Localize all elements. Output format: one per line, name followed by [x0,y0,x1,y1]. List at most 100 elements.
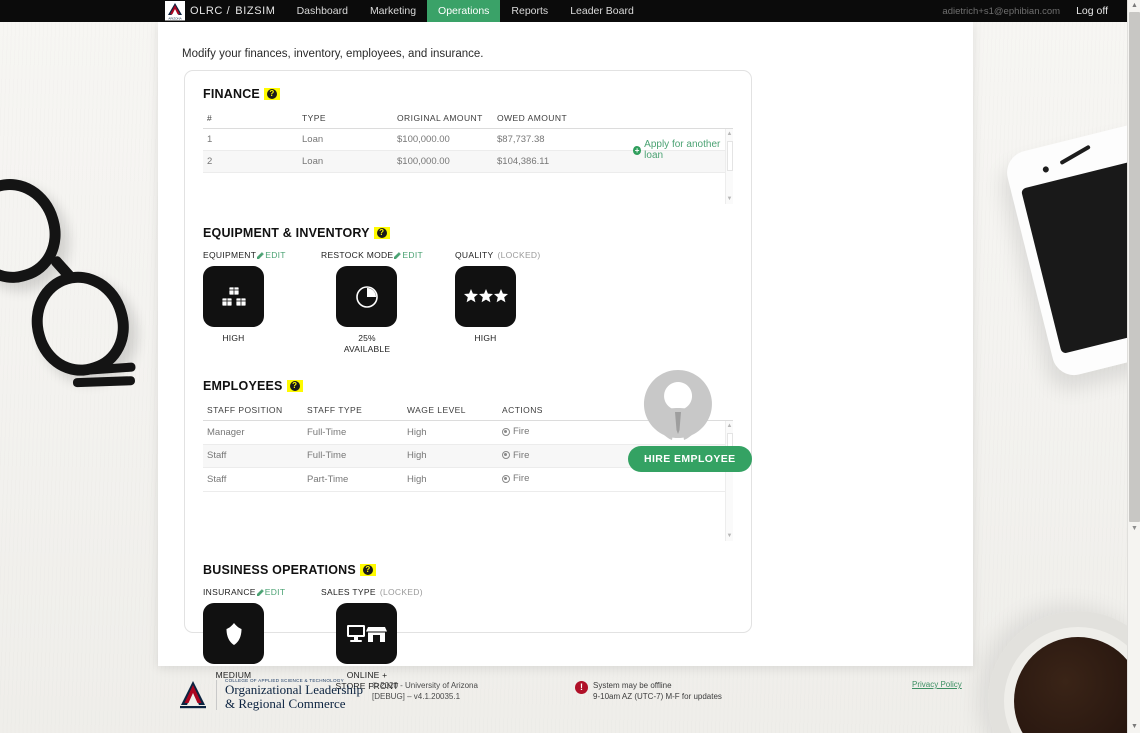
arizona-a-logo-icon [180,680,206,708]
tile-insurance-label: INSURANCE EDIT [203,587,285,597]
tile-equipment-name: EQUIPMENT [203,250,257,260]
nav-item-marketing[interactable]: Marketing [359,0,427,22]
tile-quality-caption: HIGH [474,333,497,343]
three-stars-icon [455,266,516,327]
scroll-up-icon[interactable]: ▲ [727,131,733,137]
log-off-link[interactable]: Log off [1072,0,1112,22]
emp-row1-position: Staff [203,444,303,468]
emp-row2-position: Staff [203,467,303,492]
nav-item-dashboard[interactable]: Dashboard [286,0,359,22]
emp-col-wage: WAGE LEVEL [403,403,498,421]
finance-help-icon[interactable]: ? [263,88,280,100]
shield-icon[interactable] [203,603,264,664]
fire-target-icon [502,451,510,459]
tile-quality-label: QUALITY (LOCKED) [455,250,540,260]
sales-type-locked-label: (LOCKED) [379,587,423,597]
eyeglasses-decoration [0,141,169,425]
finance-row1-num: 2 [203,150,298,173]
arizona-logo-icon: ARIZONA [162,0,188,22]
operations-main-card: FINANCE ? # TYPE ORIGINAL AMOUNT OWED AM… [184,70,752,691]
pie-quarter-icon[interactable] [336,266,397,327]
tile-restock-caption: 25% AVAILABLE [343,333,391,354]
finance-col-original: ORIGINAL AMOUNT [393,111,493,129]
emp-col-type: STAFF TYPE [303,403,403,421]
tile-sales-type-name: SALES TYPE [321,587,376,597]
emp-row0-type: Full-Time [303,421,403,445]
tile-insurance-name: INSURANCE [203,587,256,597]
page-content-shell: Modify your finances, inventory, employe… [158,22,973,691]
finance-title-text: FINANCE [203,87,260,101]
apply-for-another-loan-link[interactable]: + Apply for another loan [633,139,733,161]
scroll-up-arrow-icon[interactable]: ▲ [1128,0,1140,12]
emp-row2-type: Part-Time [303,467,403,492]
emp-row1-type: Full-Time [303,444,403,468]
browser-scrollbar-thumb[interactable] [1129,12,1140,522]
scroll-down-arrow-icon[interactable]: ▼ [1128,721,1140,733]
footer-org-line1: Organizational Leadership [225,682,364,697]
business-operations-help-icon[interactable]: ? [359,564,376,576]
scroll-down-icon[interactable]: ▼ [727,533,733,539]
privacy-policy-link[interactable]: Privacy Policy [912,680,962,689]
tile-restock-mode: RESTOCK MODE EDIT 25% AVAILABLE [321,250,423,355]
fire-label-row2: Fire [513,473,530,484]
svg-text:ARIZONA: ARIZONA [168,17,181,21]
fire-target-icon [502,427,510,436]
hire-employee-block: HIRE EMPLOYEE [628,368,752,472]
equipment-inventory-help-icon[interactable]: ? [373,227,390,239]
employees-title-text: EMPLOYEES [203,379,283,393]
emp-col-position: STAFF POSITION [203,403,303,421]
footer-system-warning: ! System may be offline 9-10am AZ (UTC-7… [575,680,722,702]
emp-row0-position: Manager [203,421,303,445]
finance-row1-original: $100,000.00 [393,150,493,173]
brand-olrc: OLRC / [190,5,231,17]
brand-title[interactable]: OLRC / BIZSIM [188,0,286,22]
insurance-edit-button[interactable]: EDIT [256,587,286,597]
apply-loan-label: Apply for another loan [644,139,721,161]
business-operations-title-text: BUSINESS OPERATIONS [203,563,356,577]
tile-restock-label: RESTOCK MODE EDIT [321,250,423,260]
emp-row1-wage: High [403,444,498,468]
tile-restock-name: RESTOCK MODE [321,250,394,260]
fire-button-row2[interactable]: Fire [502,473,529,484]
fire-target-icon [502,474,510,483]
emp-row0-wage: High [403,421,498,445]
equipment-boxes-icon[interactable] [203,266,264,327]
user-email-label: adietrich+s1@ephibian.com [942,5,1061,17]
tile-quality: QUALITY (LOCKED) HIGH [455,250,540,355]
equipment-inventory-section-title: EQUIPMENT & INVENTORY ? [203,226,733,240]
brand-bizsim: BIZSIM [235,5,276,17]
finance-row1-type: Loan [298,150,393,173]
equipment-edit-button[interactable]: EDIT [257,250,286,260]
footer-warning-line2: 9-10am AZ (UTC-7) M-F for updates [593,692,722,701]
employee-avatar-icon [642,368,714,440]
tile-sales-type-label: SALES TYPE (LOCKED) [321,587,423,597]
fire-button-row1[interactable]: Fire [502,450,529,461]
footer-warning-line1: System may be offline [593,681,672,690]
footer-copyright-line1: © 2020 - University of Arizona [372,681,478,690]
plus-circle-icon: + [633,145,642,155]
hire-employee-button[interactable]: HIRE EMPLOYEE [628,446,752,472]
equipment-inventory-title-text: EQUIPMENT & INVENTORY [203,226,370,240]
nav-item-leader-board[interactable]: Leader Board [559,0,645,22]
pencil-edit-icon [257,251,265,259]
finance-row0-original: $100,000.00 [393,129,493,151]
business-operations-section-title: BUSINESS OPERATIONS ? [203,563,733,577]
restock-edit-button[interactable]: EDIT [394,250,423,260]
emp-row2-wage: High [403,467,498,492]
page-lede-text: Modify your finances, inventory, employe… [182,48,484,60]
tile-quality-name: QUALITY [455,250,494,260]
finance-row0-type: Loan [298,129,393,151]
top-navigation-bar: ARIZONA OLRC / BIZSIM Dashboard Marketin… [0,0,1140,22]
employees-help-icon[interactable]: ? [286,380,303,392]
finance-section-title: FINANCE ? [203,87,733,101]
finance-row0-num: 1 [203,129,298,151]
restock-edit-label: EDIT [402,250,423,260]
nav-item-operations[interactable]: Operations [427,0,501,22]
fire-button-row0[interactable]: Fire [502,426,529,437]
footer-org-line2: & Regional Commerce [225,696,346,711]
browser-vertical-scrollbar[interactable]: ▲ ▼ ▼ [1127,0,1140,733]
tile-equipment-label: EQUIPMENT EDIT [203,250,286,260]
scroll-down-icon[interactable]: ▼ [727,196,733,202]
nav-item-reports[interactable]: Reports [500,0,559,22]
tile-equipment: EQUIPMENT EDIT HIGH [203,250,286,355]
